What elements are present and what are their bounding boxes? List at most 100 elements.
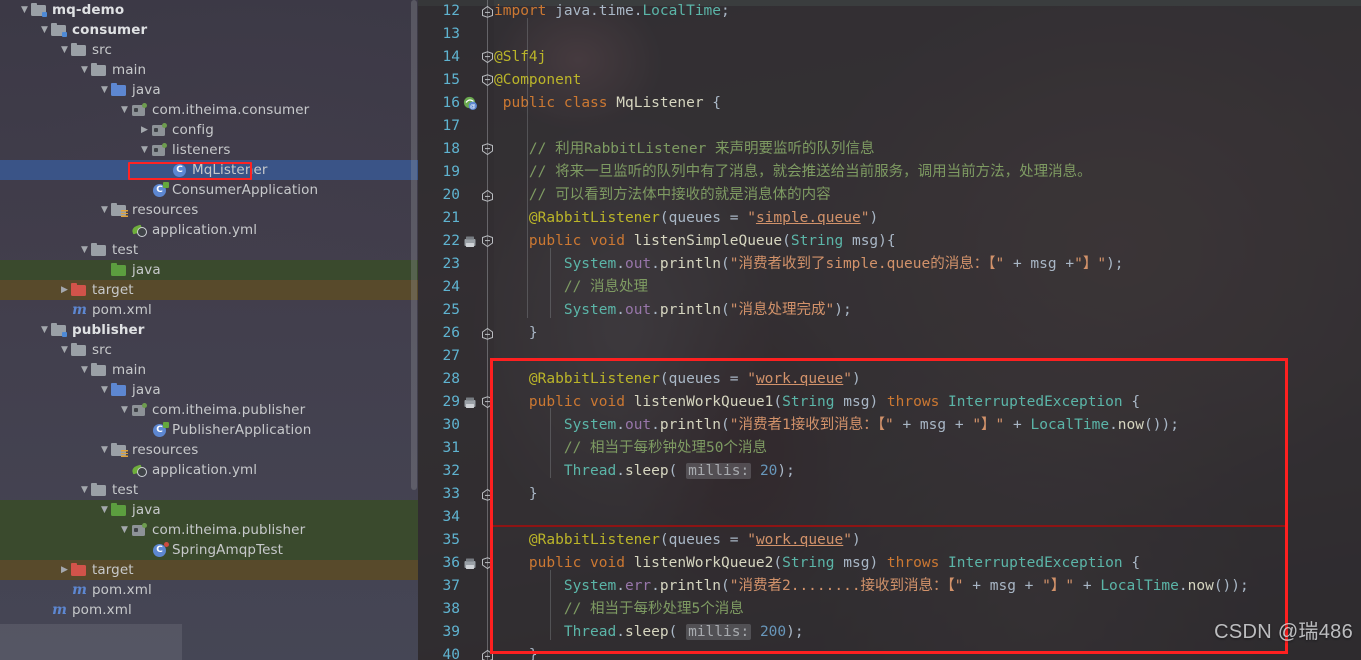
- code-line-22[interactable]: 22 public void listenSimpleQueue(String …: [418, 230, 1361, 253]
- chevron-down-icon[interactable]: ▼: [98, 500, 111, 520]
- code-text[interactable]: @RabbitListener(queues = "work.queue"): [494, 368, 861, 391]
- code-line-34[interactable]: 34: [418, 506, 1361, 529]
- code-text[interactable]: System.out.println("消费者1接收到消息：【" + msg +…: [494, 414, 1179, 437]
- code-line-25[interactable]: 25 System.out.println("消息处理完成");: [418, 299, 1361, 322]
- code-line-18[interactable]: 18 // 利用RabbitListener 来声明要监听的队列信息: [418, 138, 1361, 161]
- tree-item-main[interactable]: ▼ main: [0, 360, 418, 380]
- chevron-down-icon[interactable]: ▼: [118, 100, 131, 120]
- code-fold-marker-icon[interactable]: [481, 396, 494, 409]
- chevron-down-icon[interactable]: ▼: [58, 40, 71, 60]
- tree-item-test[interactable]: ▼ test: [0, 240, 418, 260]
- tree-item-test[interactable]: ▼ test: [0, 480, 418, 500]
- code-line-21[interactable]: 21 @RabbitListener(queues = "simple.queu…: [418, 207, 1361, 230]
- code-text[interactable]: Thread.sleep( millis: 200);: [494, 621, 804, 644]
- tree-item-consumer[interactable]: ▼ consumer: [0, 20, 418, 40]
- tree-item-application-yml[interactable]: application.yml: [0, 220, 418, 240]
- code-text[interactable]: @Slf4j: [494, 46, 546, 69]
- tree-item-target[interactable]: ▶ target: [0, 280, 418, 300]
- code-line-27[interactable]: 27: [418, 345, 1361, 368]
- tree-item-src[interactable]: ▼ src: [0, 340, 418, 360]
- code-line-32[interactable]: 32 Thread.sleep( millis: 20);: [418, 460, 1361, 483]
- code-line-31[interactable]: 31 // 相当于每秒钟处理50个消息: [418, 437, 1361, 460]
- code-line-19[interactable]: 19 // 将来一旦监听的队列中有了消息，就会推送给当前服务，调用当前方法，处理…: [418, 161, 1361, 184]
- tree-item-java[interactable]: java: [0, 260, 418, 280]
- tree-item-publisher[interactable]: ▼ publisher: [0, 320, 418, 340]
- code-line-36[interactable]: 36 public void listenWorkQueue2(String m…: [418, 552, 1361, 575]
- code-text[interactable]: System.out.println("消息处理完成");: [494, 299, 852, 322]
- code-fold-marker-icon[interactable]: [481, 5, 494, 18]
- code-fold-marker-icon[interactable]: [481, 51, 494, 64]
- tree-item-resources[interactable]: ▼ resources: [0, 440, 418, 460]
- tree-item-springamqptest[interactable]: C SpringAmqpTest: [0, 540, 418, 560]
- override-method-gutter-icon[interactable]: [463, 395, 477, 409]
- chevron-down-icon[interactable]: ▼: [78, 60, 91, 80]
- code-text[interactable]: // 消息处理: [494, 276, 648, 299]
- code-text[interactable]: public void listenWorkQueue1(String msg)…: [494, 391, 1140, 414]
- spring-bean-gutter-icon[interactable]: @: [463, 96, 477, 110]
- code-line-30[interactable]: 30 System.out.println("消费者1接收到消息：【" + ms…: [418, 414, 1361, 437]
- code-fold-marker-icon[interactable]: [481, 649, 494, 660]
- code-line-13[interactable]: 13: [418, 23, 1361, 46]
- code-text[interactable]: Thread.sleep( millis: 20);: [494, 460, 795, 483]
- chevron-right-icon[interactable]: ▶: [58, 280, 71, 300]
- code-fold-marker-icon[interactable]: [481, 189, 494, 202]
- code-text[interactable]: @Component: [494, 69, 581, 92]
- tree-item-listeners[interactable]: ▼ listeners: [0, 140, 418, 160]
- chevron-down-icon[interactable]: ▼: [38, 20, 51, 40]
- code-fold-marker-icon[interactable]: [481, 143, 494, 156]
- chevron-down-icon[interactable]: ▼: [78, 240, 91, 260]
- chevron-down-icon[interactable]: ▼: [98, 200, 111, 220]
- chevron-down-icon[interactable]: ▼: [98, 80, 111, 100]
- code-fold-marker-icon[interactable]: [481, 488, 494, 501]
- code-text[interactable]: }: [494, 644, 538, 660]
- tree-item-com-itheima-publisher[interactable]: ▼ com.itheima.publisher: [0, 400, 418, 420]
- code-text[interactable]: System.out.println("消费者收到了simple.queue的消…: [494, 253, 1124, 276]
- tree-item-resources[interactable]: ▼ resources: [0, 200, 418, 220]
- chevron-right-icon[interactable]: ▶: [58, 560, 71, 580]
- code-line-14[interactable]: 14 @Slf4j: [418, 46, 1361, 69]
- code-line-40[interactable]: 40 }: [418, 644, 1361, 660]
- tree-item-main[interactable]: ▼ main: [0, 60, 418, 80]
- code-text[interactable]: // 相当于每秒处理5个消息: [494, 598, 744, 621]
- code-editor[interactable]: 12 import java.time.LocalTime; 13 14 @Slf4j 1…: [418, 0, 1361, 660]
- code-text[interactable]: // 可以看到方法体中接收的就是消息体的内容: [494, 184, 831, 207]
- tree-item-consumerapplication[interactable]: C ConsumerApplication: [0, 180, 418, 200]
- project-tool-window[interactable]: ▼ mq-demo ▼ consumer ▼ src ▼ main ▼ java ▼ com.ithe…: [0, 0, 418, 660]
- code-line-33[interactable]: 33 }: [418, 483, 1361, 506]
- tree-item-mq-demo[interactable]: ▼ mq-demo: [0, 0, 418, 20]
- code-text[interactable]: import java.time.LocalTime;: [494, 0, 730, 23]
- code-line-26[interactable]: 26 }: [418, 322, 1361, 345]
- code-line-17[interactable]: 17: [418, 115, 1361, 138]
- chevron-down-icon[interactable]: ▼: [78, 360, 91, 380]
- chevron-down-icon[interactable]: ▼: [18, 0, 31, 20]
- tree-item-pom-xml[interactable]: m pom.xml: [0, 580, 418, 600]
- tree-item-pom-xml[interactable]: m pom.xml: [0, 600, 418, 620]
- chevron-down-icon[interactable]: ▼: [138, 140, 151, 160]
- chevron-right-icon[interactable]: ▶: [138, 120, 151, 140]
- tree-item-pom-xml[interactable]: m pom.xml: [0, 300, 418, 320]
- code-text[interactable]: @RabbitListener(queues = "work.queue"): [494, 529, 861, 552]
- override-method-gutter-icon[interactable]: [463, 556, 477, 570]
- code-surface[interactable]: 12 import java.time.LocalTime; 13 14 @Slf4j 1…: [418, 0, 1361, 660]
- tree-item-publisherapplication[interactable]: C PublisherApplication: [0, 420, 418, 440]
- tree-item-java[interactable]: ▼ java: [0, 500, 418, 520]
- code-line-29[interactable]: 29 public void listenWorkQueue1(String m…: [418, 391, 1361, 414]
- tree-item-target[interactable]: ▶ target: [0, 560, 418, 580]
- code-text[interactable]: // 将来一旦监听的队列中有了消息，就会推送给当前服务，调用当前方法，处理消息。: [494, 161, 1092, 184]
- chevron-down-icon[interactable]: ▼: [98, 380, 111, 400]
- code-text[interactable]: public class MqListener {: [494, 92, 721, 115]
- code-fold-marker-icon[interactable]: [481, 327, 494, 340]
- chevron-down-icon[interactable]: ▼: [78, 480, 91, 500]
- tree-item-com-itheima-consumer[interactable]: ▼ com.itheima.consumer: [0, 100, 418, 120]
- override-method-gutter-icon[interactable]: [463, 234, 477, 248]
- code-text[interactable]: @RabbitListener(queues = "simple.queue"): [494, 207, 878, 230]
- code-text[interactable]: // 利用RabbitListener 来声明要监听的队列信息: [494, 138, 875, 161]
- code-text[interactable]: public void listenWorkQueue2(String msg)…: [494, 552, 1140, 575]
- code-text[interactable]: }: [494, 322, 538, 345]
- code-text[interactable]: public void listenSimpleQueue(String msg…: [494, 230, 896, 253]
- sidebar-scrollbar[interactable]: [411, 0, 417, 490]
- code-fold-marker-icon[interactable]: [481, 235, 494, 248]
- chevron-down-icon[interactable]: ▼: [38, 320, 51, 340]
- tree-item-application-yml[interactable]: application.yml: [0, 460, 418, 480]
- tree-item-java[interactable]: ▼ java: [0, 80, 418, 100]
